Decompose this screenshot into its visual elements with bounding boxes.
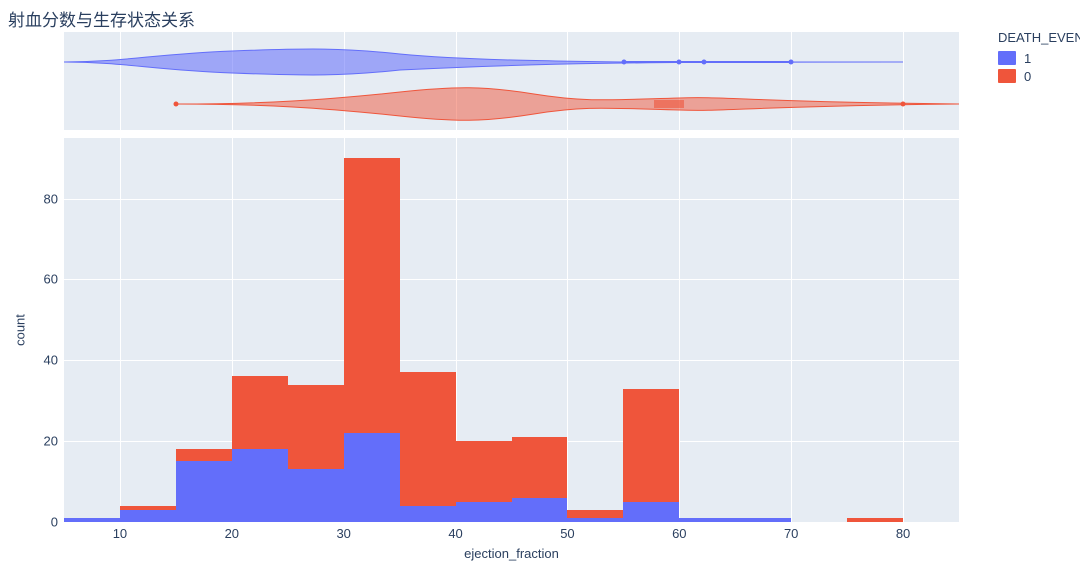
x-tick: 70 — [784, 526, 798, 541]
violin-series-0 — [176, 88, 959, 121]
legend-label-1: 1 — [1024, 51, 1031, 66]
x-tick: 20 — [225, 526, 239, 541]
page-title: 射血分数与生存状态关系 — [8, 6, 195, 31]
gridline-v — [120, 138, 121, 522]
x-tick: 10 — [113, 526, 127, 541]
bar-series-1 — [456, 502, 512, 522]
legend-title: DEATH_EVENT — [998, 30, 1080, 45]
bar-series-1 — [623, 502, 679, 522]
violin-panel[interactable] — [64, 32, 959, 130]
bar-series-1 — [64, 518, 120, 522]
bar-series-1 — [120, 510, 176, 522]
violin-svg — [64, 32, 959, 130]
legend-swatch-1 — [998, 51, 1016, 65]
x-tick: 80 — [896, 526, 910, 541]
bar-series-1 — [735, 518, 791, 522]
y-tick: 40 — [44, 353, 58, 368]
x-tick: 50 — [560, 526, 574, 541]
gridline-h — [64, 360, 959, 361]
x-tick: 40 — [448, 526, 462, 541]
y-axis-label: count — [13, 314, 28, 346]
y-tick: 80 — [44, 191, 58, 206]
histogram-panel[interactable]: 020406080 1020304050607080 count ejectio… — [64, 138, 959, 522]
legend-label-0: 0 — [1024, 69, 1031, 84]
gridline-h — [64, 522, 959, 523]
bar-series-0 — [400, 372, 456, 522]
plot-area: 020406080 1020304050607080 count ejectio… — [64, 32, 959, 522]
legend: DEATH_EVENT 1 0 — [998, 30, 1080, 85]
legend-item-1[interactable]: 1 — [998, 49, 1080, 67]
gridline-h — [64, 199, 959, 200]
legend-swatch-0 — [998, 69, 1016, 83]
x-axis-label: ejection_fraction — [464, 546, 559, 561]
x-tick: 60 — [672, 526, 686, 541]
x-tick: 30 — [336, 526, 350, 541]
bar-series-1 — [344, 433, 400, 522]
gridline-h — [64, 279, 959, 280]
bar-series-1 — [679, 518, 735, 522]
gridline-v — [791, 138, 792, 522]
bar-series-1 — [176, 461, 232, 522]
gridline-v — [679, 138, 680, 522]
bar-series-1 — [567, 518, 623, 522]
bar-series-1 — [232, 449, 288, 522]
legend-item-0[interactable]: 0 — [998, 67, 1080, 85]
gridline-v — [903, 138, 904, 522]
y-tick: 0 — [51, 515, 58, 530]
bar-series-0 — [847, 518, 903, 522]
bar-series-1 — [512, 498, 568, 522]
gridline-v — [567, 138, 568, 522]
y-tick: 20 — [44, 434, 58, 449]
bar-series-1 — [400, 506, 456, 522]
y-tick: 60 — [44, 272, 58, 287]
bar-series-1 — [288, 469, 344, 522]
